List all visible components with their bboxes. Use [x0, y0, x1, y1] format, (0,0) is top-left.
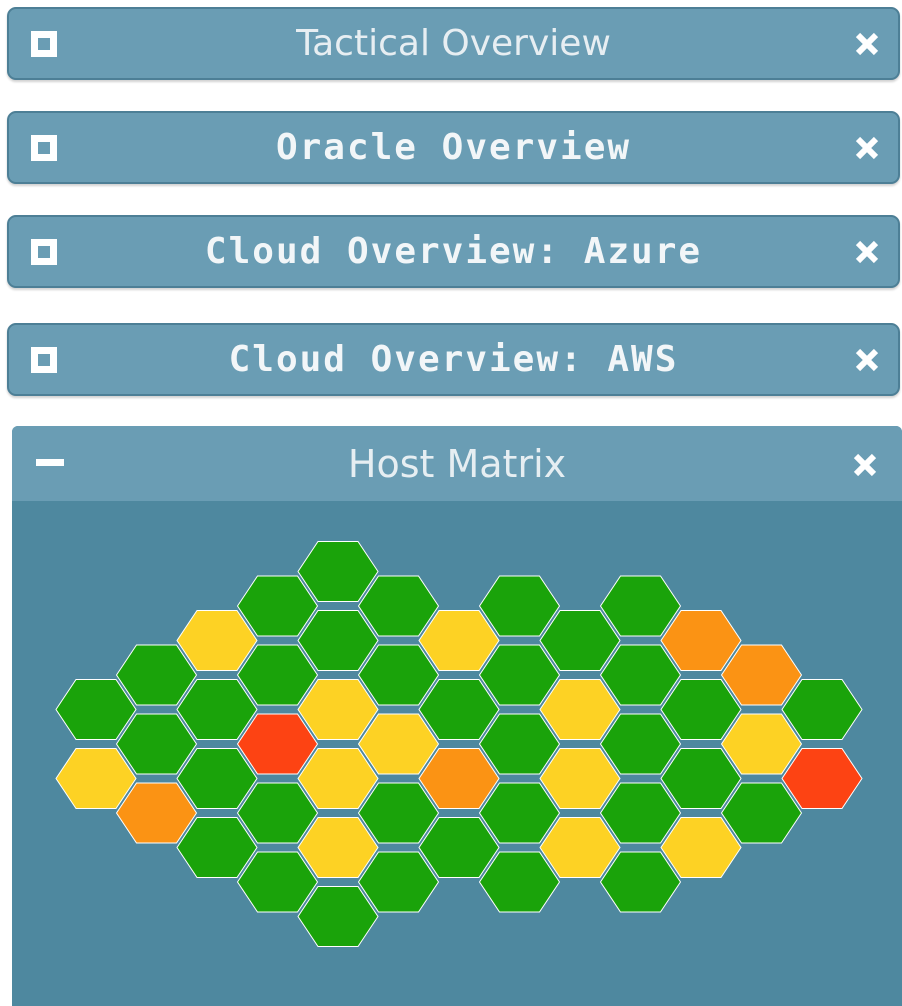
panel-tactical-overview[interactable]: Tactical Overview: [7, 7, 900, 80]
close-icon[interactable]: [850, 131, 884, 165]
host-hex-ok[interactable]: [176, 748, 258, 809]
host-hex-ok[interactable]: [418, 679, 500, 740]
host-hex-critical[interactable]: [781, 748, 863, 809]
host-hex-warning[interactable]: [660, 817, 742, 878]
host-hex-warning[interactable]: [418, 610, 500, 671]
host-hex-ok[interactable]: [236, 644, 319, 706]
host-hex-ok[interactable]: [539, 610, 621, 671]
close-icon[interactable]: [850, 235, 884, 269]
host-hex-ok[interactable]: [176, 817, 258, 878]
host-hex-ok[interactable]: [660, 679, 742, 740]
host-hex-ok[interactable]: [478, 713, 561, 775]
host-hex-ok[interactable]: [478, 851, 561, 913]
host-hex-ok[interactable]: [297, 886, 379, 947]
host-hex-ok[interactable]: [478, 575, 561, 637]
panel-title: Tactical Overview: [296, 23, 611, 64]
host-hex-ok[interactable]: [236, 851, 319, 913]
host-hex-warning[interactable]: [297, 817, 379, 878]
host-hex-ok[interactable]: [297, 541, 379, 602]
host-hex-warning[interactable]: [176, 610, 258, 671]
host-hex-ok[interactable]: [660, 748, 742, 809]
host-hex-ok[interactable]: [357, 575, 440, 637]
host-hex-ok[interactable]: [418, 817, 500, 878]
host-hex-critical[interactable]: [236, 713, 319, 775]
host-hex-warning[interactable]: [297, 748, 379, 809]
host-hex-ok[interactable]: [599, 713, 682, 775]
host-hex-ok[interactable]: [115, 713, 198, 775]
host-hex-ok[interactable]: [357, 851, 440, 913]
host-hex-ok[interactable]: [599, 782, 682, 844]
host-hex-ok[interactable]: [55, 679, 137, 740]
host-hex-elevated[interactable]: [660, 610, 742, 671]
host-hex-ok[interactable]: [781, 679, 863, 740]
host-hex-ok[interactable]: [357, 644, 440, 706]
host-hex-elevated[interactable]: [115, 782, 198, 844]
host-matrix-window: Host Matrix: [12, 426, 902, 1006]
close-icon[interactable]: [850, 27, 884, 61]
host-hex-warning[interactable]: [55, 748, 137, 809]
host-hex-ok[interactable]: [478, 644, 561, 706]
host-hex-warning[interactable]: [297, 679, 379, 740]
host-hex-ok[interactable]: [236, 575, 319, 637]
host-hex-warning[interactable]: [357, 713, 440, 775]
host-hex-ok[interactable]: [599, 851, 682, 913]
host-hex-warning[interactable]: [720, 713, 803, 775]
host-hex-warning[interactable]: [539, 817, 621, 878]
host-matrix-grid: [55, 541, 863, 947]
panel-title: Cloud Overview: AWS: [228, 339, 679, 380]
panel-title: Oracle Overview: [275, 127, 632, 168]
host-hex-ok[interactable]: [297, 610, 379, 671]
host-hex-elevated[interactable]: [720, 644, 803, 706]
host-hex-ok[interactable]: [236, 782, 319, 844]
host-hex-warning[interactable]: [539, 748, 621, 809]
panel-cloud-overview-azure[interactable]: Cloud Overview: Azure: [7, 215, 900, 288]
host-hex-warning[interactable]: [539, 679, 621, 740]
host-hex-ok[interactable]: [176, 679, 258, 740]
host-hex-ok[interactable]: [357, 782, 440, 844]
panel-oracle-overview[interactable]: Oracle Overview: [7, 111, 900, 184]
panel-cloud-overview-aws[interactable]: Cloud Overview: AWS: [7, 323, 900, 396]
close-icon[interactable]: [850, 343, 884, 377]
host-hex-elevated[interactable]: [418, 748, 500, 809]
host-hex-ok[interactable]: [599, 575, 682, 637]
host-hex-ok[interactable]: [599, 644, 682, 706]
close-icon[interactable]: [848, 448, 882, 482]
host-hex-ok[interactable]: [478, 782, 561, 844]
host-hex-ok[interactable]: [115, 644, 198, 706]
panel-title: Cloud Overview: Azure: [204, 231, 703, 272]
window-title: Host Matrix: [347, 441, 567, 486]
host-hex-ok[interactable]: [720, 782, 803, 844]
